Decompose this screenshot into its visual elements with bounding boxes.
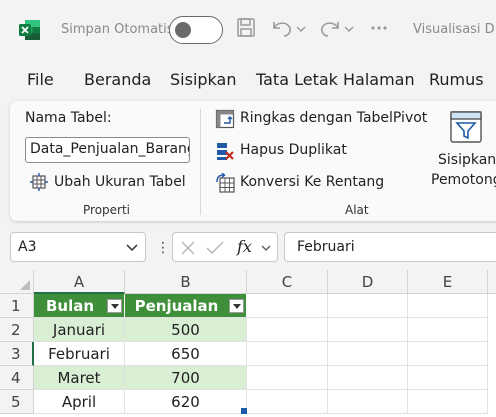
ribbon-separator [200, 109, 201, 215]
empty-cell[interactable] [328, 294, 408, 318]
row-header-5[interactable]: 5 [0, 390, 34, 414]
chevron-down-icon[interactable] [126, 244, 138, 252]
column-header-a[interactable]: A [34, 270, 125, 294]
remove-duplicates-icon [217, 143, 234, 160]
undo-dropdown-icon[interactable] [296, 16, 306, 40]
ribbon-table-design: Nama Tabel: Data_Penjualan_Barang Ubah U… [10, 101, 496, 221]
empty-cell[interactable] [328, 390, 408, 414]
empty-cell[interactable] [408, 318, 488, 342]
empty-cell[interactable] [328, 342, 408, 366]
summarize-pivot-button[interactable]: Ringkas dengan TabelPivot [240, 110, 427, 126]
empty-cell[interactable] [247, 342, 328, 366]
group-label-properties: Properti [83, 203, 131, 217]
title-bar: Simpan Otomatis Visualisasi D [0, 0, 496, 60]
formula-input[interactable]: Februari [284, 232, 496, 262]
empty-cell[interactable] [408, 366, 488, 390]
customize-toolbar-icon[interactable] [368, 16, 396, 40]
cancel-icon[interactable] [180, 240, 196, 256]
menu-insert[interactable]: Sisipkan [170, 70, 236, 89]
empty-cell[interactable] [247, 318, 328, 342]
row-header-2[interactable]: 2 [0, 318, 34, 342]
empty-cell[interactable] [247, 390, 328, 414]
empty-cell[interactable] [408, 294, 488, 318]
header-label-bulan: Bulan [45, 297, 95, 315]
table-cell[interactable]: April [34, 390, 125, 414]
excel-logo-icon [19, 20, 40, 40]
pivot-table-icon [215, 109, 235, 129]
table-cell[interactable]: Maret [34, 366, 125, 390]
name-box[interactable]: A3 [10, 232, 146, 262]
table-cell[interactable]: Januari [34, 318, 125, 342]
empty-cell[interactable] [328, 318, 408, 342]
menu-file[interactable]: File [27, 70, 54, 89]
column-header-c[interactable]: C [247, 270, 328, 294]
menu-home[interactable]: Beranda [84, 70, 151, 89]
document-title: Visualisasi D [413, 22, 495, 37]
autosave-label: Simpan Otomatis [61, 22, 174, 37]
empty-cell[interactable] [408, 390, 488, 414]
insert-slicer-icon [450, 111, 482, 143]
redo-icon[interactable] [318, 16, 342, 40]
filter-dropdown-penjualan[interactable] [229, 299, 244, 313]
row-header-3[interactable]: 3 [0, 342, 34, 366]
empty-cell[interactable] [247, 294, 328, 318]
undo-icon[interactable] [270, 16, 294, 40]
table-name-label: Nama Tabel: [25, 110, 112, 126]
enter-check-icon[interactable] [206, 240, 224, 256]
formula-controls: fx [172, 232, 278, 262]
convert-range-button[interactable]: Konversi Ke Rentang [240, 174, 384, 190]
column-header-d[interactable]: D [328, 270, 408, 294]
menu-page-layout[interactable]: Tata Letak Halaman [256, 70, 415, 89]
row-header-1[interactable]: 1 [0, 294, 34, 318]
insert-slicer-label-2[interactable]: Pemotong [431, 172, 496, 188]
table-cell[interactable]: 700 [125, 366, 247, 390]
more-options-icon[interactable]: ⋮ [156, 240, 170, 256]
chevron-down-icon[interactable] [261, 245, 271, 252]
empty-cell[interactable] [328, 366, 408, 390]
empty-cell[interactable] [408, 342, 488, 366]
redo-dropdown-icon[interactable] [344, 16, 354, 40]
column-header-partial [488, 270, 496, 294]
table-resize-handle[interactable] [241, 408, 247, 414]
row-header-4[interactable]: 4 [0, 366, 34, 390]
toggle-knob [175, 22, 191, 38]
select-all-corner[interactable] [0, 270, 34, 294]
resize-table-button[interactable]: Ubah Ukuran Tabel [54, 174, 186, 190]
autosave-toggle[interactable] [169, 16, 223, 44]
table-name-input[interactable]: Data_Penjualan_Barang [25, 137, 190, 163]
column-header-b[interactable]: B [125, 270, 247, 294]
table-cell[interactable]: 620 [125, 390, 247, 414]
resize-table-icon [30, 173, 48, 191]
convert-range-icon [216, 173, 235, 193]
menu-formulas[interactable]: Rumus [429, 70, 484, 89]
table-cell[interactable]: 500 [125, 318, 247, 342]
name-box-value: A3 [18, 239, 37, 255]
worksheet-grid: A B C D E 1 2 3 4 5 Bulan Penjualan Janu… [0, 270, 496, 417]
save-icon[interactable] [236, 16, 256, 40]
filter-dropdown-bulan[interactable] [107, 299, 122, 313]
column-header-e[interactable]: E [408, 270, 488, 294]
table-cell[interactable]: 650 [125, 342, 247, 366]
header-label-penjualan: Penjualan [134, 297, 219, 315]
insert-function-icon[interactable]: fx [237, 237, 252, 256]
group-label-tools: Alat [345, 203, 369, 217]
remove-duplicates-button[interactable]: Hapus Duplikat [240, 142, 347, 158]
table-cell[interactable]: Februari [34, 342, 125, 366]
menu-bar: File Beranda Sisipkan Tata Letak Halaman… [0, 62, 496, 98]
empty-cell[interactable] [247, 366, 328, 390]
insert-slicer-label-1[interactable]: Sisipkan [438, 152, 496, 168]
formula-value: Februari [297, 239, 355, 255]
